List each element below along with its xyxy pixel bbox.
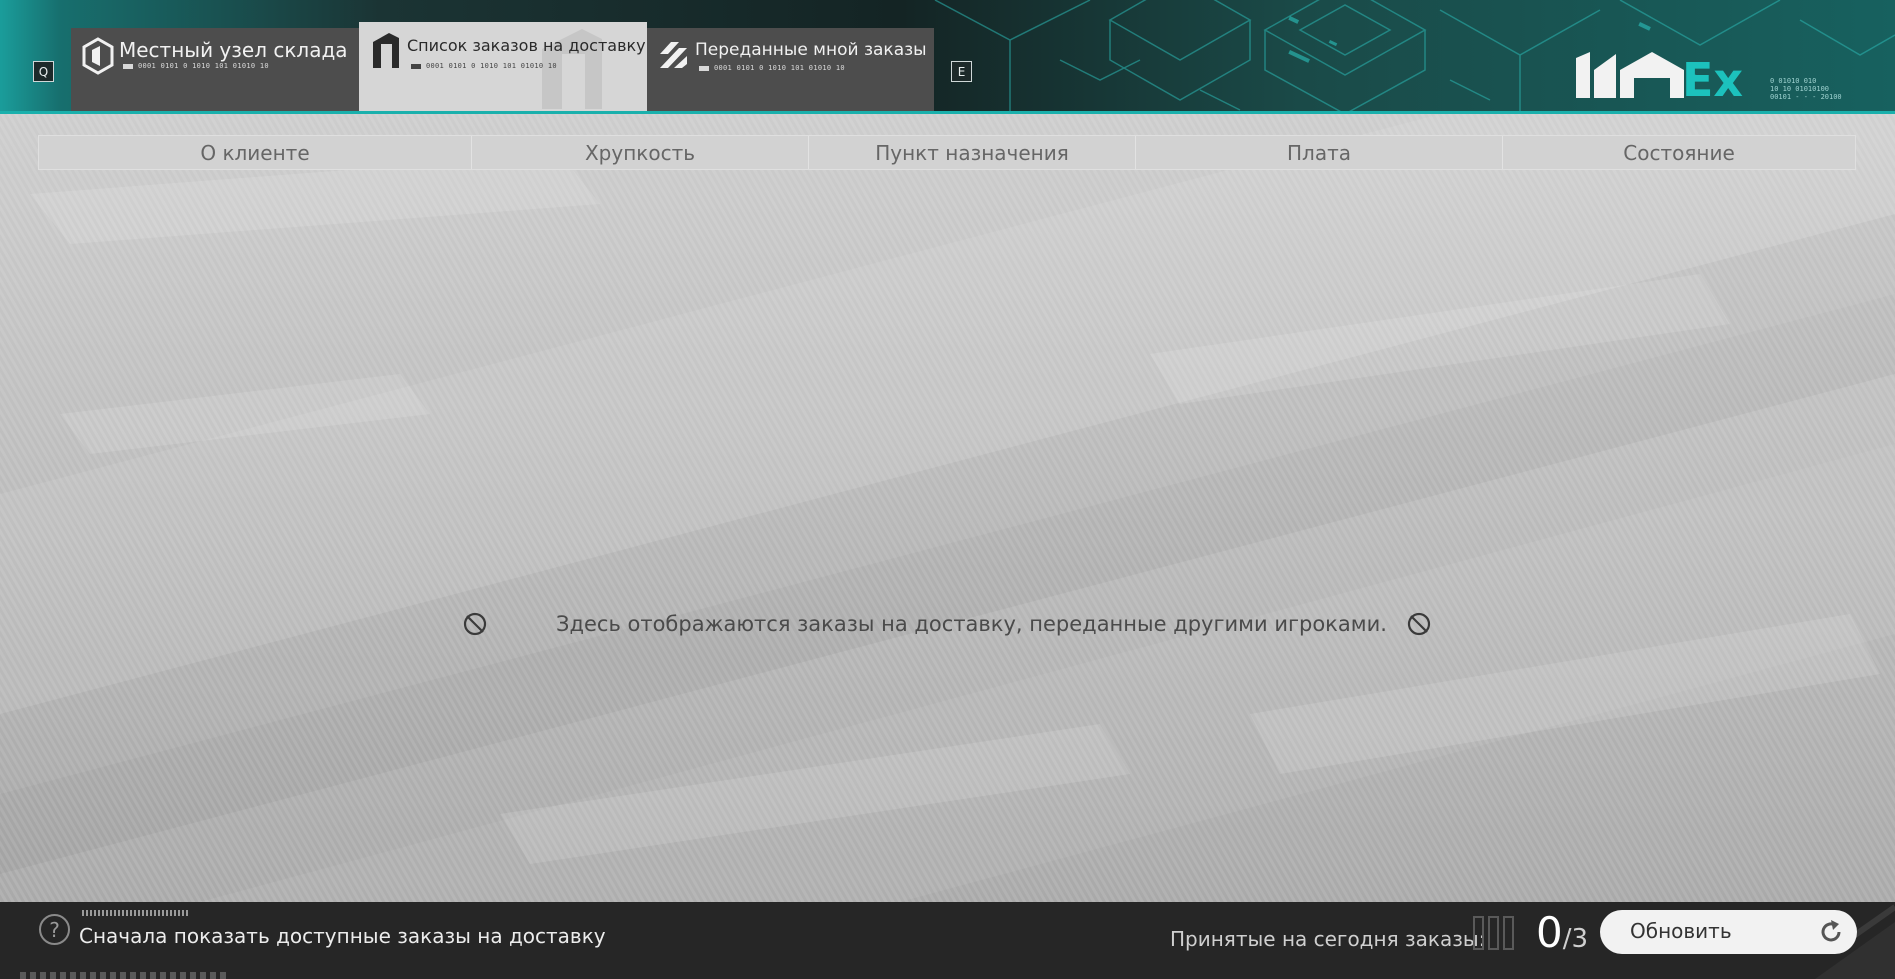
logo-text: Ex xyxy=(1682,53,1743,102)
column-header-client[interactable]: О клиенте xyxy=(39,136,472,169)
refresh-icon xyxy=(1821,920,1841,942)
order-list-area: Здесь отображаются заказы на доставку, п… xyxy=(0,114,1895,902)
tab-local-warehouse-node[interactable]: Местный узел склада 0001 0101 0 1010 101… xyxy=(71,28,359,114)
transferred-orders-icon xyxy=(660,42,687,68)
accepted-max: 3 xyxy=(1571,924,1589,954)
tab-label: Список заказов на доставку xyxy=(407,36,646,55)
help-icon[interactable]: ? xyxy=(39,914,70,945)
tab-label: Переданные мной заказы xyxy=(695,40,927,60)
user-id-line xyxy=(20,972,230,979)
no-orders-icon xyxy=(463,612,487,636)
tab-label: Местный узел склада xyxy=(119,38,348,62)
show-available-orders-first-toggle[interactable]: Сначала показать доступные заказы на дос… xyxy=(79,924,606,948)
logo-code-text: 0 01010 010 10 10 01010100 00101 - - - 2… xyxy=(1770,77,1842,101)
accepted-slots-indicator xyxy=(1473,916,1518,954)
empty-state-message: Здесь отображаются заказы на доставку, п… xyxy=(556,612,1387,636)
accepted-today-label: Принятые на сегодня заказы: xyxy=(1170,927,1486,951)
prev-tab-key-hint[interactable]: Q xyxy=(33,61,54,82)
accepted-separator: / xyxy=(1562,924,1572,954)
top-navigation-bar: Q Местный узел склада 0001 0101 0 1010 1… xyxy=(0,0,1895,114)
tab-delivery-order-list[interactable]: Список заказов на доставку 0001 0101 0 1… xyxy=(359,22,647,114)
empty-slot xyxy=(1473,916,1484,950)
company-logo: Ex xyxy=(1576,52,1743,102)
column-header-payment[interactable]: Плата xyxy=(1136,136,1503,169)
empty-slot xyxy=(1488,916,1499,950)
filter-decoration xyxy=(82,910,188,916)
background-pattern xyxy=(0,114,1895,902)
logo-code-line: 0 01010 010 xyxy=(1770,77,1817,85)
tab-code: 0001 0101 0 1010 101 01010 10 xyxy=(123,62,269,70)
accepted-count: 0/3 xyxy=(1536,908,1588,957)
refresh-button-label: Обновить xyxy=(1630,919,1732,943)
tab-code: 0001 0101 0 1010 101 01010 10 xyxy=(411,62,557,70)
tab-transferred-orders[interactable]: Переданные мной заказы 0001 0101 0 1010 … xyxy=(647,28,934,114)
column-header-status[interactable]: Состояние xyxy=(1503,136,1855,169)
logo-code-line: 00101 - - - 20100 xyxy=(1770,93,1842,101)
bottom-bar: ? Сначала показать доступные заказы на д… xyxy=(0,902,1895,979)
column-header-destination[interactable]: Пункт назначения xyxy=(809,136,1136,169)
order-table-header: О клиенте Хрупкость Пункт назначения Пла… xyxy=(38,135,1856,170)
delivery-list-icon xyxy=(373,33,399,68)
tab-code: 0001 0101 0 1010 101 01010 10 xyxy=(699,64,845,72)
empty-slot xyxy=(1503,916,1514,950)
column-header-fragility[interactable]: Хрупкость xyxy=(472,136,809,169)
warehouse-node-icon xyxy=(82,37,114,75)
refresh-button[interactable]: Обновить xyxy=(1600,910,1857,954)
empty-state: Здесь отображаются заказы на доставку, п… xyxy=(0,608,1895,642)
no-orders-icon xyxy=(1407,612,1431,636)
accepted-current: 0 xyxy=(1536,908,1563,957)
next-tab-key-hint[interactable]: E xyxy=(951,61,972,82)
logo-code-line: 10 10 01010100 xyxy=(1770,85,1830,93)
